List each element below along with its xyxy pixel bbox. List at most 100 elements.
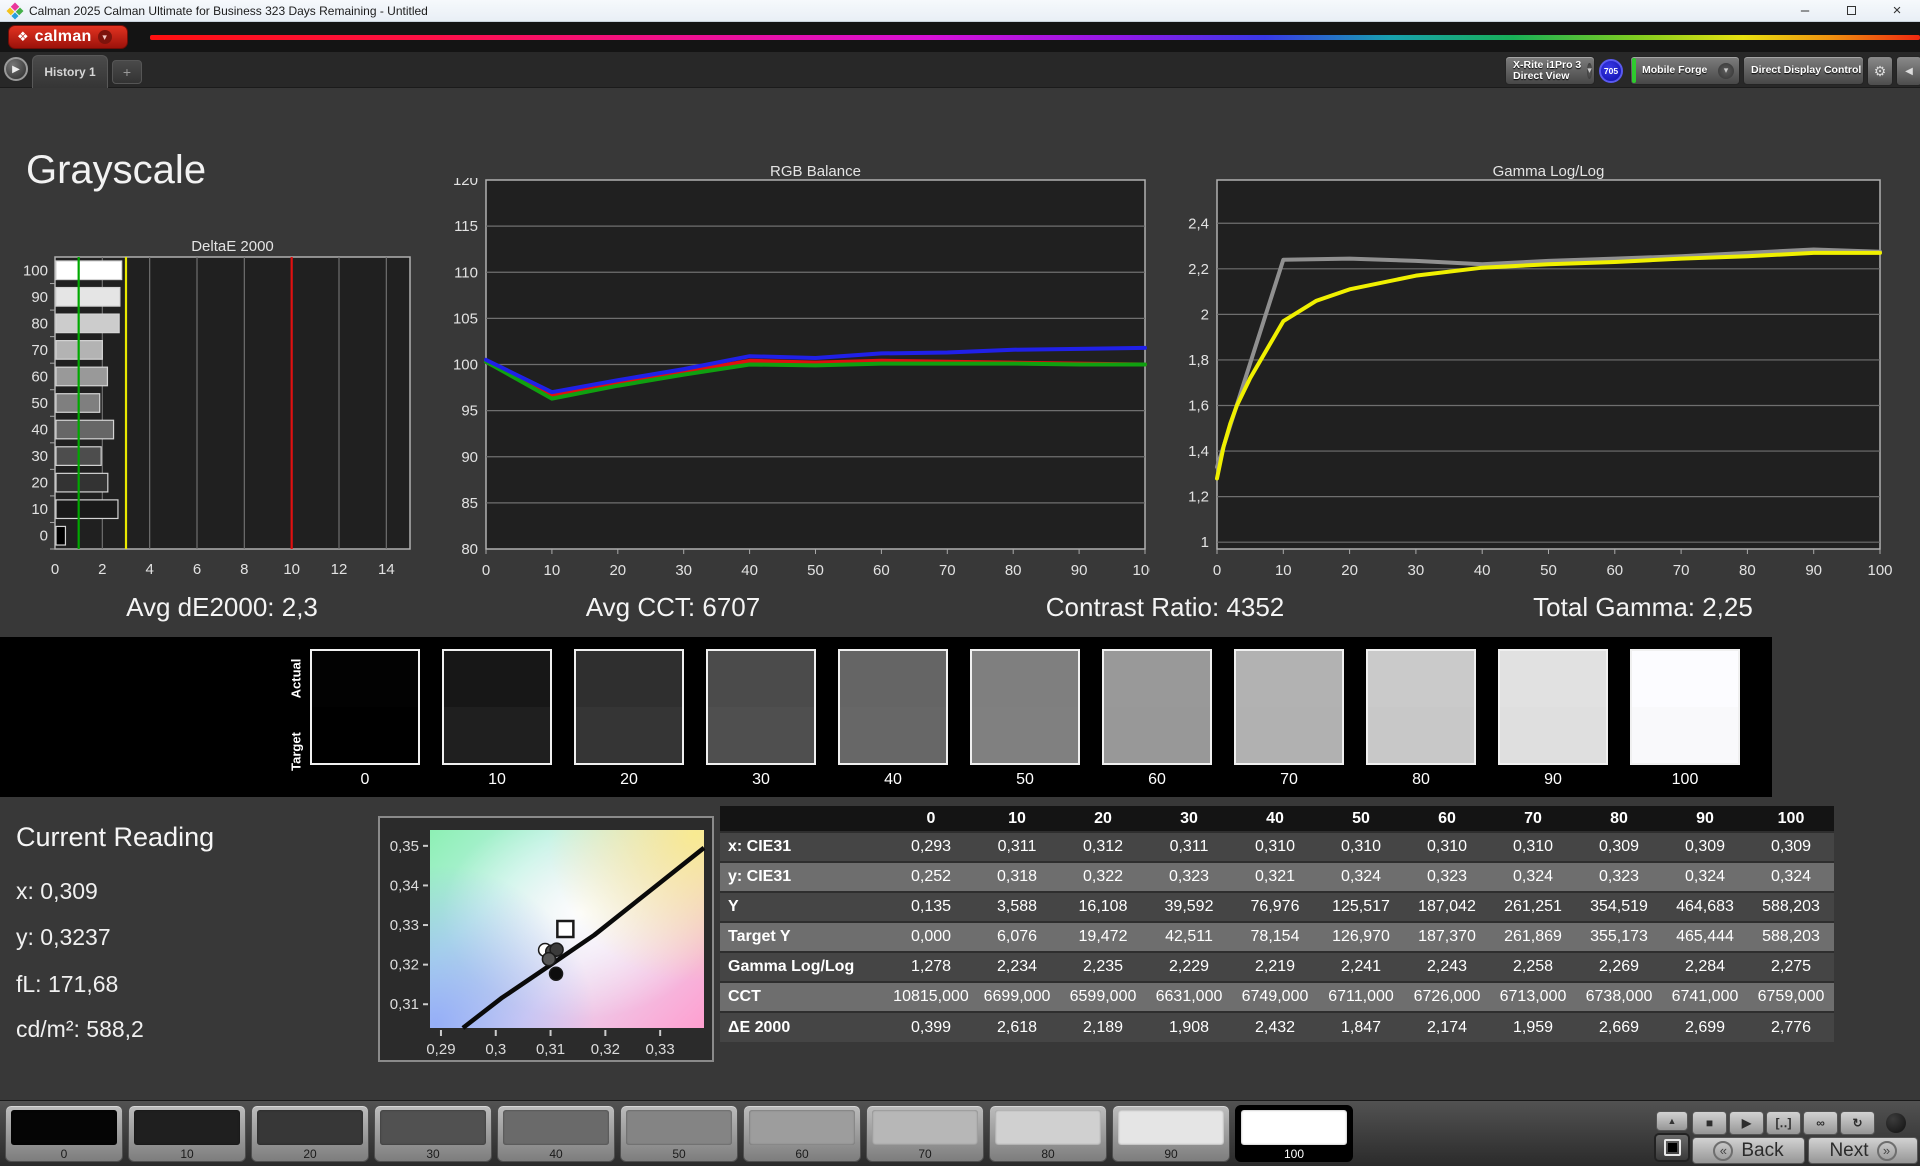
level-swatch [257, 1110, 363, 1145]
table-col-header: 70 [1490, 806, 1576, 832]
settings-button[interactable]: ⚙ [1867, 56, 1893, 86]
level-button-80[interactable]: 80 [989, 1105, 1107, 1162]
table-cell: 0,324 [1662, 862, 1748, 892]
calman-menu-button[interactable]: ❖ calman ▾ [8, 25, 128, 49]
table-cell: 0,310 [1404, 832, 1490, 862]
reading-fl: fL: 171,68 [16, 971, 118, 998]
svg-text:70: 70 [31, 342, 48, 359]
expand-panel-button[interactable]: ▲ [1656, 1111, 1688, 1131]
table-cell: 2,284 [1662, 952, 1748, 982]
grayscale-swatch-strip: Actual Target 0102030405060708090100 [0, 637, 1772, 797]
level-swatch [626, 1110, 732, 1145]
svg-text:20: 20 [609, 562, 626, 578]
table-cell: 0,310 [1232, 832, 1318, 862]
maximize-button[interactable] [1828, 0, 1874, 21]
svg-text:0: 0 [51, 561, 59, 578]
back-button[interactable]: « Back [1692, 1137, 1805, 1164]
table-cell: 6631,000 [1146, 982, 1232, 1012]
target-patch [840, 707, 946, 763]
level-button-60[interactable]: 60 [743, 1105, 861, 1162]
calman-wordmark: calman [35, 28, 92, 46]
add-tab-button[interactable]: + [112, 60, 142, 84]
table-cell: 0,322 [1060, 862, 1146, 892]
svg-text:100: 100 [1867, 562, 1892, 578]
table-cell: 16,108 [1060, 892, 1146, 922]
swatch-level-label: 30 [706, 771, 816, 789]
table-cell: 6,076 [974, 922, 1060, 952]
test-pattern-window-button[interactable] [1654, 1133, 1690, 1162]
level-swatch [1118, 1110, 1224, 1145]
level-button-20[interactable]: 20 [251, 1105, 369, 1162]
close-button[interactable]: × [1874, 0, 1920, 21]
loop-button[interactable]: ∞ [1803, 1111, 1838, 1135]
history-play-button[interactable]: ▶ [4, 57, 28, 81]
refresh-button[interactable]: ↻ [1840, 1111, 1875, 1135]
actual-patch [312, 651, 418, 707]
svg-text:70: 70 [939, 562, 956, 578]
reading-y: y: 0,3237 [16, 924, 111, 951]
svg-text:6: 6 [193, 561, 201, 578]
svg-text:50: 50 [807, 562, 824, 578]
level-label: 100 [1236, 1147, 1352, 1161]
level-button-90[interactable]: 90 [1112, 1105, 1230, 1162]
table-col-header: 40 [1232, 806, 1318, 832]
level-button-40[interactable]: 40 [497, 1105, 615, 1162]
source-dropdown[interactable]: Mobile Forge ▾ [1630, 56, 1740, 85]
svg-text:50: 50 [1540, 562, 1557, 578]
table-cell: 6749,000 [1232, 982, 1318, 1012]
svg-text:1,2: 1,2 [1188, 489, 1209, 506]
svg-text:0,32: 0,32 [591, 1041, 620, 1058]
stop-button[interactable]: ■ [1692, 1111, 1727, 1135]
target-patch [972, 707, 1078, 763]
table-cell: 0,321 [1232, 862, 1318, 892]
svg-text:1,4: 1,4 [1188, 443, 1209, 460]
next-button[interactable]: Next » [1808, 1137, 1918, 1164]
level-button-50[interactable]: 50 [620, 1105, 738, 1162]
svg-text:10: 10 [283, 561, 300, 578]
table-cell: 2,243 [1404, 952, 1490, 982]
table-cell: 588,203 [1748, 922, 1834, 952]
table-col-header: 50 [1318, 806, 1404, 832]
row-label: CCT [720, 982, 888, 1012]
level-button-0[interactable]: 0 [5, 1105, 123, 1162]
level-button-30[interactable]: 30 [374, 1105, 492, 1162]
level-button-100[interactable]: 100 [1235, 1105, 1353, 1162]
level-label: 50 [621, 1147, 737, 1161]
svg-text:80: 80 [461, 541, 478, 558]
level-button-10[interactable]: 10 [128, 1105, 246, 1162]
table-cell: 2,241 [1318, 952, 1404, 982]
table-cell: 0,324 [1748, 862, 1834, 892]
display-control-dropdown[interactable]: Direct Display Control ▾ [1743, 56, 1864, 85]
minimize-button[interactable]: – [1782, 0, 1828, 21]
level-label: 70 [867, 1147, 983, 1161]
source-dropdown-label: Mobile Forge [1636, 65, 1713, 76]
row-label: x: CIE31 [720, 832, 888, 862]
table-cell: 0,135 [888, 892, 974, 922]
gamma-chart: 11,21,41,61,822,22,401020304050607080901… [1170, 178, 1895, 578]
collapse-toolbar-button[interactable]: ◀ [1896, 56, 1920, 86]
svg-text:40: 40 [741, 562, 758, 578]
meter-dropdown-label: X-Rite i1Pro 3Direct View [1507, 60, 1587, 82]
meter-mode-badge[interactable]: 705 [1599, 59, 1623, 83]
table-cell: 187,042 [1404, 892, 1490, 922]
svg-text:2: 2 [98, 561, 106, 578]
svg-text:80: 80 [1739, 562, 1756, 578]
meter-dropdown[interactable]: X-Rite i1Pro 3Direct View ▾ [1505, 56, 1595, 85]
svg-text:40: 40 [1474, 562, 1491, 578]
svg-text:30: 30 [675, 562, 692, 578]
svg-text:4: 4 [145, 561, 153, 578]
svg-text:10: 10 [31, 501, 48, 518]
row-label: ΔE 2000 [720, 1012, 888, 1042]
table-col-header: 80 [1576, 806, 1662, 832]
level-label: 90 [1113, 1147, 1229, 1161]
table-cell: 2,219 [1232, 952, 1318, 982]
level-button-70[interactable]: 70 [866, 1105, 984, 1162]
tab-history-1[interactable]: History 1 [32, 55, 108, 88]
cie-chromaticity-panel: 0,310,320,330,340,350,290,30,310,320,33 [378, 816, 714, 1062]
table-cell: 2,174 [1404, 1012, 1490, 1042]
play-button[interactable]: ▶ [1729, 1111, 1764, 1135]
svg-text:0,34: 0,34 [390, 877, 419, 894]
step-button[interactable]: [‥] [1766, 1111, 1801, 1135]
level-label: 60 [744, 1147, 860, 1161]
table-col-header: 100 [1748, 806, 1834, 832]
